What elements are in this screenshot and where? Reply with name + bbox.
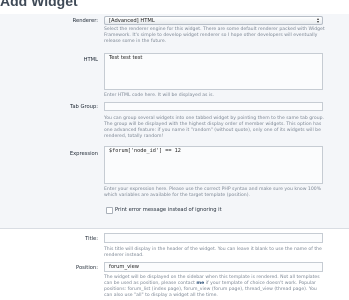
- position-hint: The widget will be displayed on the side…: [104, 275, 326, 299]
- position-input[interactable]: forum_view: [104, 262, 323, 272]
- renderer-select-value: [Advanced] HTML: [109, 18, 155, 24]
- html-textarea[interactable]: Test test test: [104, 53, 323, 90]
- tab-group-label: Tab Group:: [70, 104, 98, 110]
- position-label: Position:: [76, 265, 98, 271]
- section-divider: [0, 228, 349, 229]
- expression-textarea-value: $forum['node_id'] == 12: [109, 148, 181, 154]
- expression-hint: Enter your expression here. Please use t…: [104, 187, 322, 199]
- expression-textarea[interactable]: $forum['node_id'] == 12: [104, 146, 323, 184]
- renderer-hint: Select the renderer engine for this widg…: [104, 27, 325, 45]
- title-hint: This title will display in the header of…: [104, 247, 322, 259]
- html-label: HTML: [83, 57, 98, 63]
- expression-label: Expression: [69, 151, 98, 157]
- html-hint: Enter HTML code here. It will be display…: [104, 93, 215, 98]
- tab-group-hint: You can group several widgets into one t…: [104, 116, 324, 140]
- position-input-value: forum_view: [109, 264, 140, 270]
- html-textarea-value: Test test test: [109, 55, 143, 61]
- select-arrows-icon: ▴ ▾: [316, 16, 319, 24]
- print-error-checkbox-label[interactable]: Print error message instead of ignoring …: [115, 207, 222, 213]
- page-title: Add Widget: [0, 0, 78, 9]
- tab-group-input[interactable]: [104, 102, 323, 111]
- title-label: Title:: [85, 236, 98, 242]
- print-error-checkbox[interactable]: [106, 207, 113, 214]
- renderer-select[interactable]: [Advanced] HTML ▴ ▾: [104, 16, 323, 25]
- renderer-label: Renderer:: [72, 18, 98, 24]
- title-input[interactable]: [104, 233, 323, 243]
